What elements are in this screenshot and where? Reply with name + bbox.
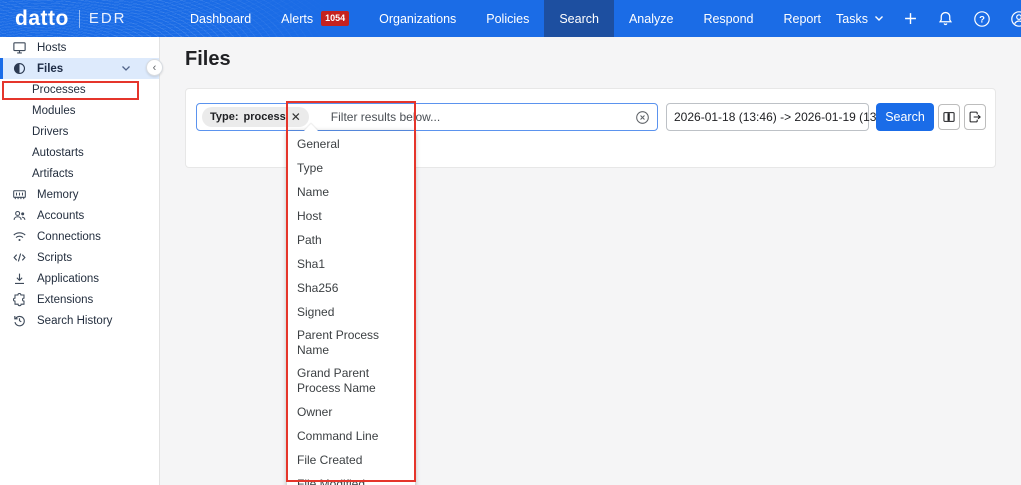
sidebar-item-connections[interactable]: Connections (0, 226, 159, 247)
dropdown-item-parent-process-name[interactable]: Parent Process Name (287, 324, 415, 362)
nav-item-organizations[interactable]: Organizations (364, 0, 471, 37)
sidebar-item-search-history[interactable]: Search History (0, 310, 159, 331)
sidebar-item-files[interactable]: Files (0, 58, 159, 79)
bell-icon[interactable] (937, 10, 954, 27)
dropdown-item-grand-parent-process-name[interactable]: Grand Parent Process Name (287, 362, 415, 400)
dropdown-item-file-modified[interactable]: File Modified (287, 472, 415, 485)
accounts-icon (12, 208, 28, 224)
nav-item-dashboard[interactable]: Dashboard (175, 0, 266, 37)
logo-divider (79, 10, 80, 28)
main-content: Files Type: process ✕ 2026-01-18 (13:46)… (160, 37, 1021, 485)
filter-input-container[interactable]: Type: process ✕ (196, 103, 658, 131)
nav-item-search[interactable]: Search (544, 0, 614, 37)
help-icon[interactable]: ? (973, 10, 991, 28)
export-button[interactable] (964, 104, 986, 130)
alerts-count-badge: 1054 (321, 11, 349, 26)
dropdown-item-type[interactable]: Type (287, 156, 415, 180)
dropdown-item-sha256[interactable]: Sha256 (287, 276, 415, 300)
sidebar-item-hosts[interactable]: Hosts (0, 37, 159, 58)
tasks-menu[interactable]: Tasks (836, 12, 884, 26)
sidebar-item-accounts[interactable]: Accounts (0, 205, 159, 226)
filter-chip-type[interactable]: Type: process ✕ (202, 107, 309, 127)
nav-item-policies[interactable]: Policies (471, 0, 544, 37)
page-title: Files (185, 48, 231, 71)
files-icon (12, 61, 28, 77)
dropdown-item-host[interactable]: Host (287, 204, 415, 228)
memory-icon (12, 187, 28, 203)
filter-field-dropdown: General Type Name Host Path Sha1 Sha256 … (287, 131, 415, 485)
sidebar-item-extensions[interactable]: Extensions (0, 289, 159, 310)
sidebar-item-drivers[interactable]: Drivers (0, 121, 159, 142)
sidebar-item-modules[interactable]: Modules (0, 100, 159, 121)
chevron-down-icon (121, 65, 131, 72)
nav-item-alerts[interactable]: Alerts 1054 (266, 0, 364, 37)
navbar-right-controls: Tasks ? (836, 0, 1021, 37)
account-menu[interactable] (1010, 10, 1021, 28)
sidebar-item-applications[interactable]: Applications (0, 268, 159, 289)
product-name: EDR (89, 10, 127, 27)
search-button[interactable]: Search (876, 103, 934, 131)
dropdown-item-general[interactable]: General (287, 132, 415, 156)
download-icon (12, 271, 28, 287)
monitor-icon (12, 40, 28, 56)
columns-view-button[interactable] (938, 104, 960, 130)
history-icon (12, 313, 28, 329)
date-range-input[interactable]: 2026-01-18 (13:46) -> 2026-01-19 (13:46) (666, 103, 869, 131)
top-navbar: datto EDR Dashboard Alerts 1054 Organiza… (0, 0, 1021, 37)
nav-item-respond[interactable]: Respond (688, 0, 768, 37)
sidebar-item-memory[interactable]: Memory (0, 184, 159, 205)
plus-icon[interactable] (903, 11, 918, 26)
nav-item-analyze[interactable]: Analyze (614, 0, 688, 37)
sidebar-item-scripts[interactable]: Scripts (0, 247, 159, 268)
dropdown-item-signed[interactable]: Signed (287, 300, 415, 324)
dropdown-list: General Type Name Host Path Sha1 Sha256 … (287, 132, 415, 485)
dropdown-item-path[interactable]: Path (287, 228, 415, 252)
account-icon (1010, 10, 1021, 28)
dropdown-item-name[interactable]: Name (287, 180, 415, 204)
sidebar-item-artifacts[interactable]: Artifacts (0, 163, 159, 184)
sidebar-collapse-button[interactable]: ‹ (146, 59, 163, 76)
dropdown-item-file-created[interactable]: File Created (287, 448, 415, 472)
primary-nav: Dashboard Alerts 1054 Organizations Poli… (175, 0, 836, 37)
nav-item-report[interactable]: Report (768, 0, 836, 37)
sidebar-item-autostarts[interactable]: Autostarts (0, 142, 159, 163)
chip-remove-icon[interactable]: ✕ (291, 111, 301, 123)
puzzle-icon (12, 292, 28, 308)
wifi-icon (12, 229, 28, 245)
chevron-down-icon (874, 15, 884, 22)
datto-logo: datto (15, 7, 69, 31)
svg-text:?: ? (979, 14, 985, 25)
code-icon (12, 250, 28, 266)
dropdown-item-sha1[interactable]: Sha1 (287, 252, 415, 276)
dropdown-item-owner[interactable]: Owner (287, 400, 415, 424)
clear-filter-icon[interactable] (635, 110, 650, 125)
datto-edr-app: datto EDR Dashboard Alerts 1054 Organiza… (0, 0, 1021, 485)
filter-input[interactable] (309, 110, 635, 124)
dropdown-item-command-line[interactable]: Command Line (287, 424, 415, 448)
left-sidebar: Hosts Files Processes Modules Drivers Au… (0, 37, 160, 485)
sidebar-item-processes[interactable]: Processes (0, 79, 159, 100)
sidebar-nav-list: Hosts Files Processes Modules Drivers Au… (0, 37, 159, 331)
brand-logo: datto EDR (0, 0, 175, 37)
